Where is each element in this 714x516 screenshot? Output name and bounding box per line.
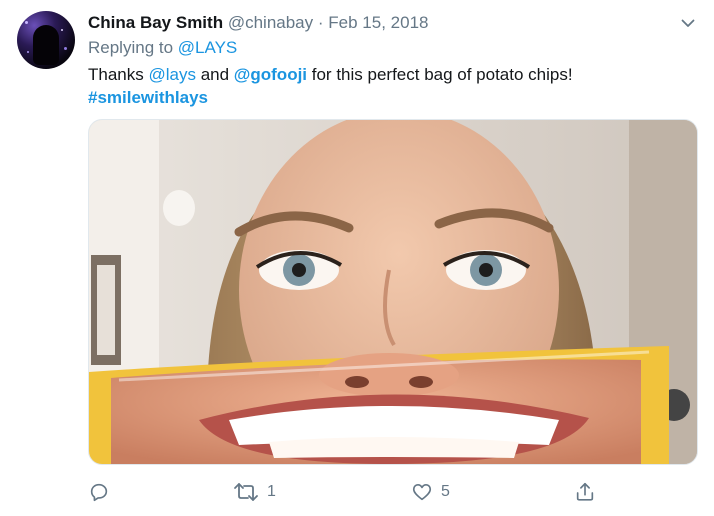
tweet-text-part: Thanks	[88, 65, 149, 84]
replying-to: Replying to @LAYS	[88, 37, 237, 59]
author-name[interactable]: China Bay Smith	[88, 13, 223, 32]
tweet-text-part: for this perfect bag of potato chips!	[307, 65, 573, 84]
tweet-header: China Bay Smith @chinabay · Feb 15, 2018	[88, 12, 428, 34]
author-handle[interactable]: @chinabay	[228, 13, 313, 32]
avatar-sparkle	[64, 47, 67, 50]
like-count: 5	[441, 483, 450, 500]
avatar-sparkle	[27, 51, 29, 53]
share-icon	[574, 481, 596, 503]
avatar[interactable]	[17, 11, 75, 69]
chevron-down-icon[interactable]	[679, 14, 697, 32]
replying-to-link[interactable]: @LAYS	[178, 38, 237, 57]
reply-button[interactable]	[88, 478, 110, 506]
mention-link[interactable]: @gofooji	[234, 65, 307, 84]
heart-icon	[411, 481, 433, 503]
avatar-sparkle	[61, 29, 63, 31]
replying-prefix: Replying to	[88, 38, 174, 57]
tweet-date[interactable]: Feb 15, 2018	[328, 13, 428, 32]
separator-dot: ·	[317, 13, 324, 32]
reply-icon	[88, 481, 110, 503]
retweet-button[interactable]: 1	[233, 478, 276, 506]
avatar-sparkle	[25, 21, 28, 24]
avatar-silhouette	[33, 25, 59, 65]
photo-illustration	[89, 120, 697, 464]
tweet-photo[interactable]	[88, 119, 698, 465]
share-button[interactable]	[574, 478, 596, 506]
tweet-text-part: and	[195, 65, 234, 84]
hashtag-link[interactable]: #smilewithlays	[88, 86, 688, 109]
tweet-action-bar: 1 5	[88, 478, 608, 506]
retweet-icon	[233, 481, 259, 503]
like-button[interactable]: 5	[411, 478, 450, 506]
retweet-count: 1	[267, 483, 276, 500]
mention-link[interactable]: @lays	[148, 65, 196, 84]
tweet-text: Thanks @lays and @gofooji for this perfe…	[88, 63, 688, 109]
